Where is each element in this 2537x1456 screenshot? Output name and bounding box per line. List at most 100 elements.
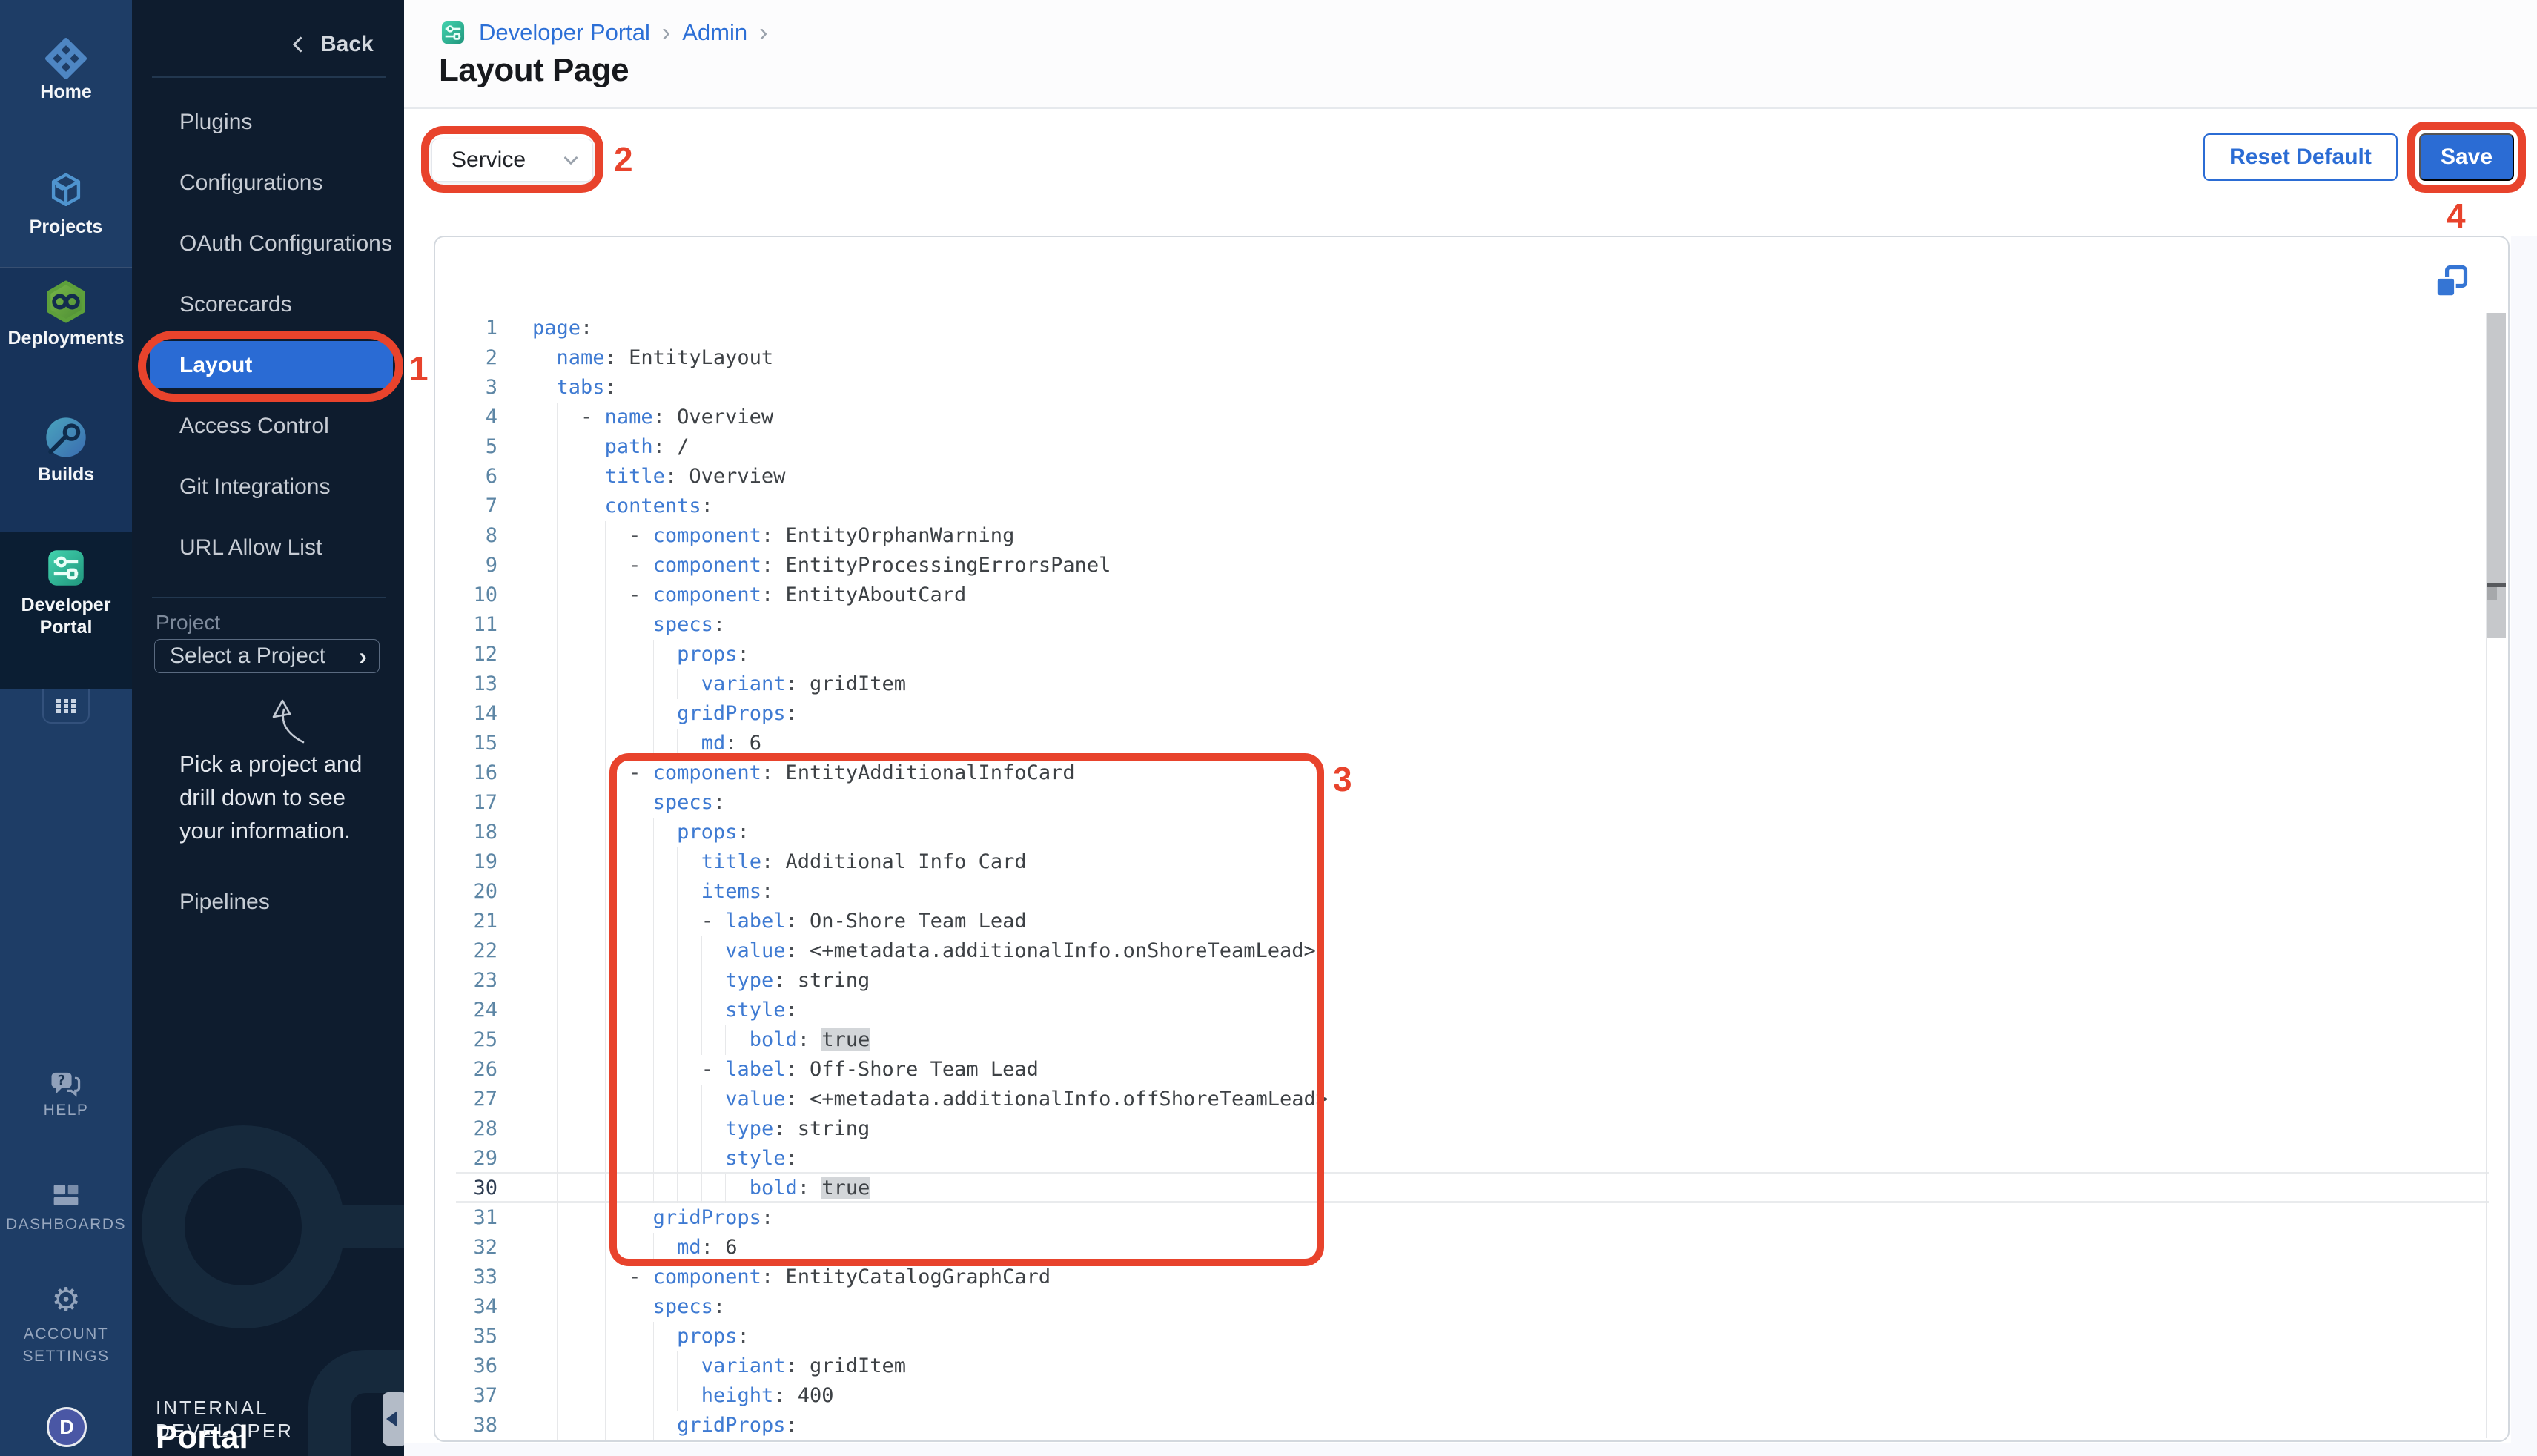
sidebar-item-plugins[interactable]: Plugins: [179, 107, 394, 137]
code-line-29: 29style:: [435, 1144, 2510, 1174]
chevron-right-icon: ›: [359, 645, 367, 667]
code-line-4: 4- name: Overview: [435, 403, 2510, 432]
code-line-24: 24style:: [435, 996, 2510, 1025]
code-line-37: 37height: 400: [435, 1381, 2510, 1411]
line-number: 6: [435, 462, 497, 492]
rail-item-projects[interactable]: [0, 169, 132, 216]
line-number: 1: [435, 314, 497, 343]
sidebar-item-layout[interactable]: Layout: [179, 351, 394, 380]
apps-grid-button[interactable]: [42, 689, 90, 724]
rail-label-projects: Projects: [0, 216, 132, 238]
back-button[interactable]: Back: [288, 30, 374, 59]
rail-item-home[interactable]: [0, 37, 132, 84]
code-line-14: 14gridProps:: [435, 699, 2510, 729]
code-line-28: 28type: string: [435, 1114, 2510, 1144]
code-line-7: 7contents:: [435, 492, 2510, 521]
rail-item-deployments[interactable]: [0, 279, 132, 328]
code-line-11: 11specs:: [435, 610, 2510, 640]
entity-type-dropdown[interactable]: Service: [431, 139, 593, 182]
code-line-12: 12props:: [435, 640, 2510, 669]
line-number: 25: [435, 1025, 497, 1055]
line-number: 2: [435, 343, 497, 373]
main-content: Developer Portal › Admin › Layout Page S…: [404, 0, 2537, 1456]
sidebar-item-configurations[interactable]: Configurations: [179, 168, 394, 198]
page-background-bottom: [404, 1443, 2537, 1456]
line-number: 31: [435, 1203, 497, 1233]
sidebar-item-oauth-configurations[interactable]: OAuth Configurations: [179, 229, 394, 259]
line-number: 14: [435, 699, 497, 729]
sidebar-divider: [152, 76, 386, 78]
rail-label-help: HELP: [0, 1102, 132, 1119]
sidebar-item-pipelines[interactable]: Pipelines: [179, 890, 270, 915]
code-line-26: 26- label: Off-Shore Team Lead: [435, 1055, 2510, 1085]
line-number: 11: [435, 610, 497, 640]
code-line-32: 32md: 6: [435, 1233, 2510, 1263]
line-number: 10: [435, 580, 497, 610]
line-number: 22: [435, 936, 497, 966]
rail-label-builds: Builds: [0, 464, 132, 486]
code-line-18: 18props:: [435, 818, 2510, 847]
grid-icon: [55, 697, 77, 715]
line-number: 8: [435, 521, 497, 551]
line-number: 24: [435, 996, 497, 1025]
rail-item-help[interactable]: ?: [0, 1066, 132, 1105]
code-line-38: 38gridProps:: [435, 1411, 2510, 1440]
line-number: 5: [435, 432, 497, 462]
code-line-15: 15md: 6: [435, 729, 2510, 758]
rail-item-developer-portal[interactable]: [0, 546, 132, 594]
line-number: 27: [435, 1085, 497, 1114]
page-title: Layout Page: [439, 52, 629, 89]
breadcrumb: Developer Portal › Admin ›: [439, 18, 767, 47]
line-number: 13: [435, 669, 497, 699]
home-icon: [44, 37, 87, 80]
code-line-35: 35props:: [435, 1322, 2510, 1351]
rail-item-dashboards[interactable]: [0, 1180, 132, 1214]
code-line-8: 8- component: EntityOrphanWarning: [435, 521, 2510, 551]
sidebar-item-url-allow-list[interactable]: URL Allow List: [179, 533, 394, 563]
save-button[interactable]: Save: [2419, 133, 2514, 181]
sidebar-item-scorecards[interactable]: Scorecards: [179, 290, 394, 320]
yaml-editor-card[interactable]: 1page:2name: EntityLayout3tabs:4- name: …: [434, 236, 2510, 1442]
select-project-button[interactable]: Select a Project ›: [154, 639, 380, 673]
line-number: 19: [435, 847, 497, 877]
line-number: 17: [435, 788, 497, 818]
line-number: 38: [435, 1411, 497, 1440]
annotation-number-4: 4: [2447, 196, 2466, 236]
code-line-3: 3tabs:: [435, 373, 2510, 403]
rail-label-developer: Developer: [0, 595, 132, 616]
breadcrumb-link-admin[interactable]: Admin: [682, 19, 747, 46]
back-chevron-icon: [288, 33, 310, 56]
project-section-label: Project: [156, 611, 220, 635]
rail-item-builds[interactable]: [0, 414, 132, 465]
rail-label-dashboards: DASHBOARDS: [0, 1216, 132, 1234]
sidebar-item-access-control[interactable]: Access Control: [179, 411, 394, 441]
user-avatar[interactable]: D: [47, 1407, 87, 1447]
line-number: 29: [435, 1144, 497, 1174]
line-number: 4: [435, 403, 497, 432]
select-project-label: Select a Project: [170, 643, 325, 669]
back-label: Back: [320, 32, 374, 57]
line-number: 20: [435, 877, 497, 907]
line-number: 12: [435, 640, 497, 669]
code-line-9: 9- component: EntityProcessingErrorsPane…: [435, 551, 2510, 580]
sidebar-item-git-integrations[interactable]: Git Integrations: [179, 472, 394, 502]
page-header: Developer Portal › Admin › Layout Page: [404, 0, 2537, 109]
reset-default-button[interactable]: Reset Default: [2203, 133, 2398, 181]
code-line-2: 2name: EntityLayout: [435, 343, 2510, 373]
line-number: 18: [435, 818, 497, 847]
sidebar-divider-2: [152, 597, 386, 598]
line-number: 32: [435, 1233, 497, 1263]
code-line-13: 13variant: gridItem: [435, 669, 2510, 699]
annotation-number-3: 3: [1333, 759, 1352, 799]
help-chat-icon: ?: [47, 1066, 85, 1102]
rail-item-account-settings[interactable]: ⚙: [0, 1284, 132, 1317]
code-editor[interactable]: 1page:2name: EntityLayout3tabs:4- name: …: [435, 237, 2510, 1442]
line-number: 3: [435, 373, 497, 403]
line-number: 33: [435, 1263, 497, 1292]
breadcrumb-link-developer-portal[interactable]: Developer Portal: [479, 19, 650, 46]
copy-icon[interactable]: [2432, 262, 2470, 301]
developer-portal-icon: [44, 546, 88, 590]
code-line-20: 20items:: [435, 877, 2510, 907]
code-line-36: 36variant: gridItem: [435, 1351, 2510, 1381]
code-line-1: 1page:: [435, 314, 2510, 343]
